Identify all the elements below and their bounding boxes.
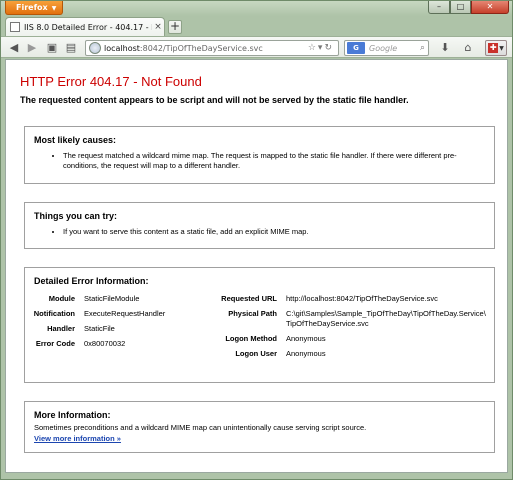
detail-row: Handler StaticFile xyxy=(31,324,209,334)
firefox-menu-button[interactable]: Firefox ▼ xyxy=(5,1,63,15)
detail-left-column: Module StaticFileModule Notification Execu… xyxy=(31,294,209,354)
list-item: If you want to serve this content as a s… xyxy=(63,227,486,237)
detail-value: Anonymous xyxy=(286,334,326,343)
page-icon xyxy=(10,22,20,32)
detail-label: Error Code xyxy=(35,339,75,348)
detail-row: Logon User Anonymous xyxy=(199,349,495,359)
try-section: Things you can try: If you want to serve… xyxy=(24,202,495,249)
detail-section: Detailed Error Information: Module Static… xyxy=(24,267,495,383)
view-more-link[interactable]: View more information » xyxy=(34,434,494,443)
detail-value: Anonymous xyxy=(286,349,326,358)
detail-value: ExecuteRequestHandler xyxy=(84,309,166,318)
causes-list: The request matched a wildcard mime map.… xyxy=(63,151,486,171)
detail-row: Logon Method Anonymous xyxy=(199,334,495,344)
detail-row: Module StaticFileModule xyxy=(31,294,209,304)
page-content: HTTP Error 404.17 - Not Found The reques… xyxy=(5,59,508,473)
detail-row: Physical Path C:\git\Samples\Sample_TipOf… xyxy=(199,309,495,329)
chevron-down-icon: ▼ xyxy=(499,44,504,52)
new-tab-button[interactable]: + xyxy=(168,20,182,34)
detail-right-column: Requested URL http://localhost:8042/TipOf… xyxy=(199,294,495,364)
detail-label: Logon Method xyxy=(225,334,277,343)
close-tab-icon[interactable]: × xyxy=(152,22,164,32)
forward-arrow-icon[interactable]: ▶ xyxy=(24,40,40,56)
globe-icon xyxy=(89,42,101,54)
minimize-button[interactable]: – xyxy=(428,1,450,14)
try-heading: Things you can try: xyxy=(34,211,118,221)
maximize-button[interactable]: □ xyxy=(450,1,471,14)
home-icon[interactable]: ⌂ xyxy=(460,40,476,56)
detail-label: Handler xyxy=(47,324,75,333)
detail-label: Logon User xyxy=(235,349,277,358)
puzzle-icon: ✚ xyxy=(488,43,499,53)
close-window-button[interactable]: ✕ xyxy=(471,1,509,14)
tab-current[interactable]: IIS 8.0 Detailed Error - 404.17 - Not Fo… xyxy=(5,17,165,36)
back-arrow-icon[interactable]: ◀ xyxy=(6,40,22,56)
download-icon[interactable]: ⬇ xyxy=(437,40,453,56)
page-subtitle: The requested content appears to be scri… xyxy=(20,95,409,105)
detail-row: Error Code 0x80070032 xyxy=(31,339,209,349)
detail-row: Notification ExecuteRequestHandler xyxy=(31,309,209,319)
more-info-section: More Information: Sometimes precondition… xyxy=(24,401,495,453)
browser-window: Firefox ▼ – □ ✕ IIS 8.0 Detailed Error - … xyxy=(0,0,513,480)
detail-value: StaticFile xyxy=(84,324,115,333)
detail-label: Requested URL xyxy=(221,294,277,303)
bookmark-star-icon[interactable]: ☆▾↻ xyxy=(308,43,338,53)
detail-label: Module xyxy=(48,294,75,303)
try-list: If you want to serve this content as a s… xyxy=(63,227,486,237)
causes-heading: Most likely causes: xyxy=(34,135,117,145)
save-icon[interactable]: ▣ xyxy=(44,40,60,56)
detail-value: 0x80070032 xyxy=(84,339,126,348)
page-title: HTTP Error 404.17 - Not Found xyxy=(20,74,202,89)
firefox-menu-label: Firefox xyxy=(16,3,48,12)
more-info-heading: More Information: xyxy=(34,410,111,420)
window-controls: – □ ✕ xyxy=(428,1,509,14)
navigation-toolbar: ◀ ▶ ▣ ▤ localhost:8042/TipOfTheDayServic… xyxy=(1,36,512,58)
list-item: The request matched a wildcard mime map.… xyxy=(63,151,486,171)
detail-value: C:\git\Samples\Sample_TipOfTheDay\TipOfT… xyxy=(286,309,486,328)
search-bar[interactable]: G Google ⌕ xyxy=(344,40,429,56)
url-bar[interactable]: localhost:8042/TipOfTheDayService.svc ☆▾… xyxy=(85,40,339,56)
detail-value: http://localhost:8042/TipOfTheDayService… xyxy=(286,294,438,303)
chevron-down-icon: ▼ xyxy=(51,5,57,12)
url-text: localhost:8042/TipOfTheDayService.svc xyxy=(104,43,263,53)
causes-section: Most likely causes: The request matched … xyxy=(24,126,495,184)
detail-row: Requested URL http://localhost:8042/TipOf… xyxy=(199,294,495,304)
detail-label: Physical Path xyxy=(228,309,277,318)
search-engine-icon[interactable]: G xyxy=(347,42,365,54)
detail-heading: Detailed Error Information: xyxy=(34,276,149,286)
search-icon[interactable]: ⌕ xyxy=(420,43,428,53)
detail-value: StaticFileModule xyxy=(84,294,140,303)
bookmarks-list-icon[interactable]: ▤ xyxy=(63,40,79,56)
title-bar: Firefox ▼ – □ ✕ xyxy=(1,1,512,16)
tab-title: IIS 8.0 Detailed Error - 404.17 - Not Fo… xyxy=(24,22,152,32)
tab-strip: IIS 8.0 Detailed Error - 404.17 - Not Fo… xyxy=(1,16,512,36)
more-info-text: Sometimes preconditions and a wildcard M… xyxy=(34,423,367,432)
search-input[interactable]: Google xyxy=(369,44,420,53)
detail-label: Notification xyxy=(33,309,75,318)
addon-menu-button[interactable]: ✚ ▼ xyxy=(485,40,507,56)
